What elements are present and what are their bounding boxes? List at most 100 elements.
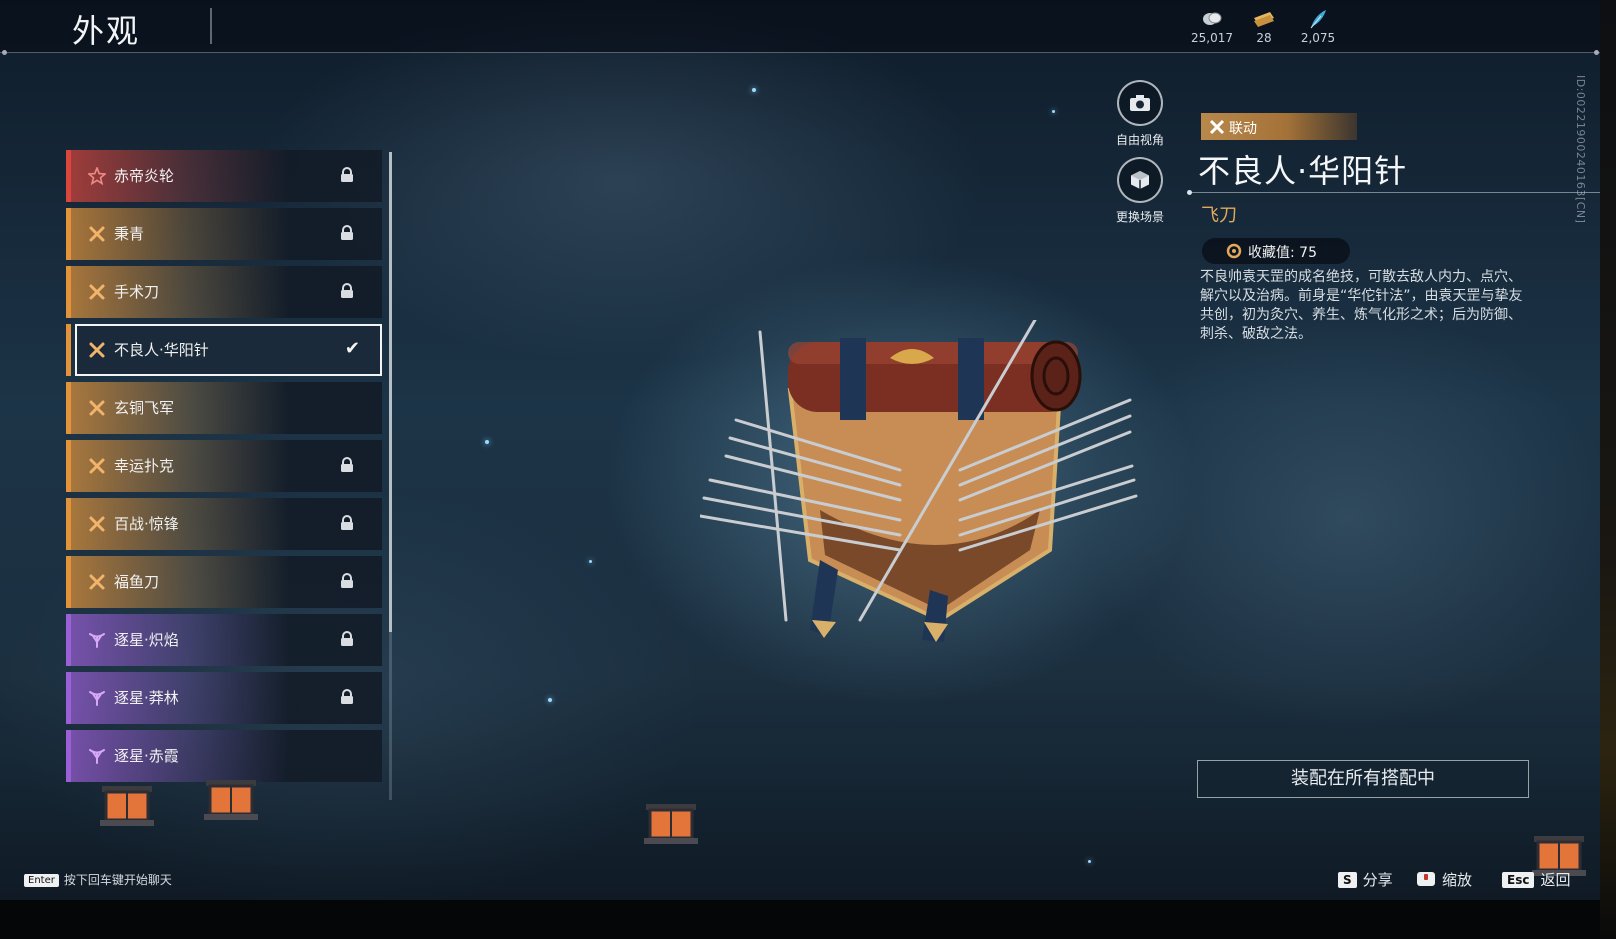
equip-all-button[interactable]: 装配在所有搭配中: [1197, 760, 1529, 798]
top-divider: [0, 52, 1600, 53]
top-bar: [0, 0, 1600, 52]
list-item-label: 福鱼刀: [114, 573, 160, 591]
crossed-blades-icon: [88, 225, 106, 243]
lock-icon: [340, 283, 354, 299]
currency-ticket: 28: [1234, 8, 1294, 45]
crossed-blades-icon: [88, 283, 106, 301]
list-item-label: 赤帝炎轮: [114, 167, 175, 185]
list-item-selected[interactable]: 不良人·华阳针 ✔: [66, 324, 382, 376]
window-edge: [1600, 0, 1616, 939]
crossed-blades-icon: [88, 341, 106, 359]
ticket-icon: [1234, 8, 1294, 30]
list-item-label: 百战·惊锋: [114, 515, 179, 533]
camera-icon: [1117, 80, 1163, 126]
list-item[interactable]: 百战·惊锋: [66, 498, 382, 550]
sparkle: [548, 698, 552, 702]
s-key: S: [1338, 872, 1357, 888]
list-item[interactable]: 逐星·炽焰: [66, 614, 382, 666]
item-name: 不良人·华阳针: [1198, 152, 1408, 190]
list-item-label: 秉青: [114, 225, 145, 243]
free-view-button[interactable]: 自由视角: [1100, 80, 1180, 148]
crossed-swords-icon: [1209, 119, 1225, 135]
list-item[interactable]: 手术刀: [66, 266, 382, 318]
collection-value-badge: 收藏值: 75: [1202, 238, 1350, 264]
currency-coin-value: 25,017: [1191, 31, 1233, 45]
scene-cube-icon: [1117, 157, 1163, 203]
zoom-hint[interactable]: 缩放: [1416, 869, 1472, 891]
list-item[interactable]: 逐星·莽林: [66, 672, 382, 724]
star-icon: [86, 165, 108, 186]
lantern-prop: [200, 776, 262, 828]
collection-icon: [1226, 243, 1242, 259]
name-divider: [1190, 192, 1600, 193]
skin-list[interactable]: 赤帝炎轮秉青手术刀不良人·华阳针 ✔ 玄铜飞军幸运扑克百战·惊锋福鱼刀逐星·炽焰逐星…: [66, 150, 382, 796]
item-type: 飞刀: [1201, 205, 1237, 226]
chat-hint-label: 按下回车键开始聊天: [63, 873, 172, 887]
currency-ticket-value: 28: [1256, 31, 1272, 45]
trident-icon: [88, 689, 106, 707]
list-item[interactable]: 玄铜飞军: [66, 382, 382, 434]
list-item[interactable]: 福鱼刀: [66, 556, 382, 608]
lock-icon: [340, 457, 354, 473]
lock-icon: [340, 225, 354, 241]
coin-icon: [1182, 8, 1242, 30]
esc-key: Esc: [1502, 872, 1535, 888]
currency-feather-value: 2,075: [1300, 31, 1336, 45]
build-id: ID:00221900240163[CN]: [1574, 75, 1587, 224]
weapon-preview[interactable]: [698, 318, 1180, 680]
currency-coin: 25,017: [1182, 8, 1242, 45]
sparkle: [752, 88, 756, 92]
change-scene-button[interactable]: 更换场景: [1100, 157, 1180, 225]
collab-tag: 联动: [1201, 113, 1357, 140]
crossed-blades-icon: [88, 399, 106, 417]
mouse-wheel-icon: [1416, 871, 1436, 891]
lock-icon: [340, 631, 354, 647]
divider-dot: [2, 50, 7, 55]
sparkle: [485, 440, 489, 444]
scene-background: 外观 25,017 28 2,075 ID:00221900240163[CN]…: [0, 0, 1600, 900]
back-hint[interactable]: Esc 返回: [1502, 869, 1570, 890]
list-item-label: 幸运扑克: [114, 457, 175, 475]
list-item-label: 逐星·赤霞: [114, 747, 179, 765]
change-scene-label: 更换场景: [1115, 210, 1164, 224]
taskbar-strip: [0, 900, 1616, 939]
list-item[interactable]: 赤帝炎轮: [66, 150, 382, 202]
zoom-label: 缩放: [1442, 871, 1473, 889]
checkmark-icon: ✔: [344, 338, 360, 359]
lantern-prop: [640, 800, 702, 852]
divider-dot: [1594, 50, 1599, 55]
lantern-prop: [96, 782, 158, 834]
lock-icon: [340, 573, 354, 589]
lock-icon: [340, 515, 354, 531]
lock-icon: [340, 689, 354, 705]
lock-icon: [340, 167, 354, 183]
collab-tag-label: 联动: [1229, 121, 1257, 137]
list-item-label: 逐星·炽焰: [114, 631, 179, 649]
sparkle: [1088, 860, 1091, 863]
list-item[interactable]: 逐星·赤霞: [66, 730, 382, 782]
title-separator: [210, 8, 212, 44]
feather-icon: [1288, 8, 1348, 30]
back-label: 返回: [1540, 871, 1571, 889]
item-description: 不良帅袁天罡的成名绝技，可散去敌人内力、点穴、解穴以及治病。前身是“华佗针法”，…: [1200, 269, 1523, 342]
free-view-label: 自由视角: [1115, 133, 1164, 147]
crossed-blades-icon: [88, 457, 106, 475]
collection-value: 收藏值: 75: [1248, 245, 1317, 261]
list-item-label: 不良人·华阳针: [114, 341, 209, 359]
list-item[interactable]: 秉青: [66, 208, 382, 260]
chat-hint[interactable]: Enter 按下回车键开始聊天: [24, 871, 172, 888]
page-title: 外观: [72, 12, 141, 50]
sparkle: [1052, 110, 1055, 113]
share-hint[interactable]: S 分享: [1338, 869, 1393, 890]
list-item-label: 逐星·莽林: [114, 689, 179, 707]
list-scrollbar-thumb[interactable]: [389, 152, 392, 632]
list-item-label: 玄铜飞军: [114, 399, 175, 417]
crossed-blades-icon: [88, 515, 106, 533]
sparkle: [589, 560, 592, 563]
list-item[interactable]: 幸运扑克: [66, 440, 382, 492]
trident-icon: [88, 747, 106, 765]
rarity-bar: [66, 324, 71, 376]
currency-feather: 2,075: [1288, 8, 1348, 45]
enter-key: Enter: [24, 874, 59, 887]
list-item-label: 手术刀: [114, 283, 160, 301]
